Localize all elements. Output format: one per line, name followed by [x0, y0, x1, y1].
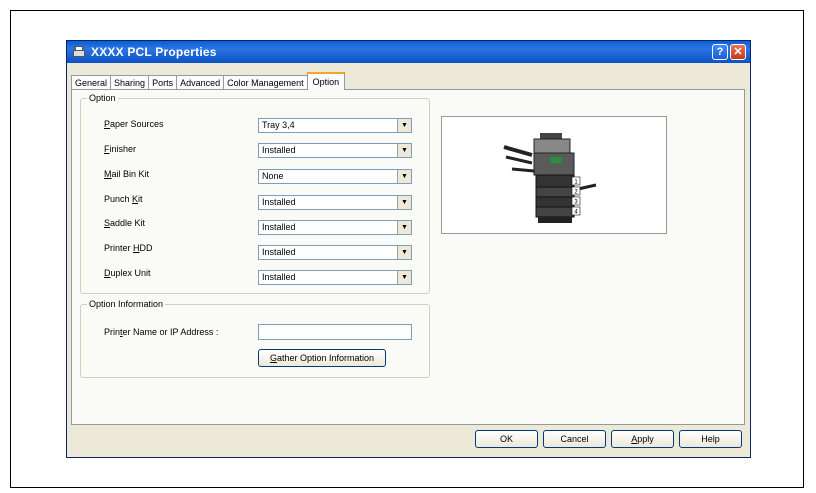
saddle-kit-select[interactable]: Installed ▼: [258, 220, 412, 235]
tab-sharing[interactable]: Sharing: [110, 75, 150, 90]
finisher-label: Finisher: [104, 144, 137, 154]
option-group: Option Paper Sources Tray 3,4 ▼ Finisher …: [80, 93, 430, 294]
saddle-kit-value: Installed: [262, 222, 296, 232]
option-group-legend: Option: [87, 93, 118, 103]
window-title: XXXX PCL Properties: [91, 45, 217, 59]
paper-sources-select[interactable]: Tray 3,4 ▼: [258, 118, 412, 133]
apply-button[interactable]: Apply: [611, 430, 674, 448]
duplex-unit-value: Installed: [262, 272, 296, 282]
duplex-unit-select[interactable]: Installed ▼: [258, 270, 412, 285]
punch-kit-value: Installed: [262, 197, 296, 207]
tab-ports[interactable]: Ports: [148, 75, 178, 90]
chevron-down-icon[interactable]: ▼: [397, 196, 411, 209]
properties-dialog: XXXX PCL Properties ? ✕ General Sharing …: [66, 40, 751, 458]
title-bar[interactable]: XXXX PCL Properties ? ✕: [67, 41, 750, 63]
mail-bin-kit-select[interactable]: None ▼: [258, 169, 412, 184]
help-button[interactable]: Help: [679, 430, 742, 448]
option-information-group: Option Information Printer Name or IP Ad…: [80, 299, 430, 378]
finisher-value: Installed: [262, 145, 296, 155]
printer-icon: [72, 45, 86, 59]
chevron-down-icon[interactable]: ▼: [397, 271, 411, 284]
option-tab-panel: Option Paper Sources Tray 3,4 ▼ Finisher …: [71, 89, 745, 425]
tab-option[interactable]: Option: [306, 72, 346, 90]
close-icon[interactable]: ✕: [730, 44, 746, 60]
mail-bin-kit-value: None: [262, 171, 284, 181]
printer-preview-image: 1 2 3 4: [441, 116, 667, 234]
gather-option-information-button[interactable]: Gather Option Information: [258, 349, 386, 367]
punch-kit-label: Punch Kit: [104, 194, 143, 204]
finisher-select[interactable]: Installed ▼: [258, 143, 412, 158]
saddle-kit-label: Saddle Kit: [104, 218, 146, 228]
printer-illustration: 1 2 3 4: [503, 133, 597, 223]
paper-sources-label: Paper Sources: [104, 119, 164, 129]
paper-sources-value: Tray 3,4: [262, 120, 295, 130]
printer-hdd-select[interactable]: Installed ▼: [258, 245, 412, 260]
printer-hdd-value: Installed: [262, 247, 296, 257]
duplex-unit-label: Duplex Unit: [104, 268, 151, 278]
tab-advanced[interactable]: Advanced: [176, 75, 225, 90]
ok-button[interactable]: OK: [475, 430, 538, 448]
tab-general[interactable]: General: [71, 75, 112, 90]
tab-color-management[interactable]: Color Management: [223, 75, 308, 90]
cancel-button[interactable]: Cancel: [543, 430, 606, 448]
punch-kit-select[interactable]: Installed ▼: [258, 195, 412, 210]
chevron-down-icon[interactable]: ▼: [397, 246, 411, 259]
printer-hdd-label: Printer HDD: [104, 243, 153, 253]
help-icon[interactable]: ?: [712, 44, 728, 60]
option-information-legend: Option Information: [87, 299, 166, 309]
chevron-down-icon[interactable]: ▼: [397, 170, 411, 183]
tab-strip: General Sharing Ports Advanced Color Man…: [71, 72, 346, 90]
printer-address-input[interactable]: [258, 324, 412, 340]
printer-address-label: Printer Name or IP Address :: [104, 327, 219, 337]
chevron-down-icon[interactable]: ▼: [397, 221, 411, 234]
mail-bin-kit-label: Mail Bin Kit: [104, 169, 150, 179]
chevron-down-icon[interactable]: ▼: [397, 119, 411, 132]
chevron-down-icon[interactable]: ▼: [397, 144, 411, 157]
